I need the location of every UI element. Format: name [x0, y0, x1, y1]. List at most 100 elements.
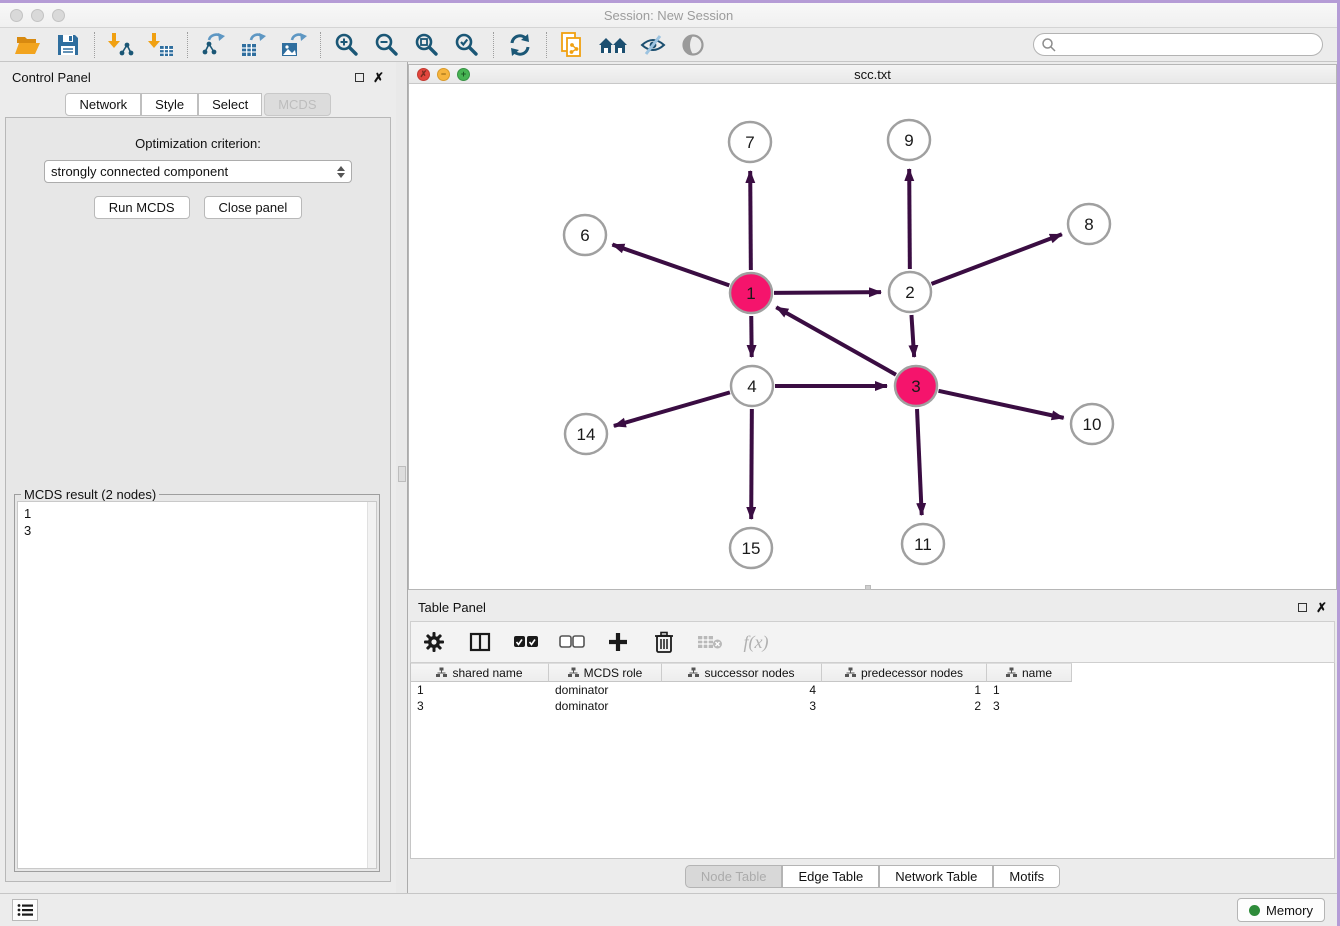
network-from-selection-button[interactable] [553, 30, 593, 60]
graph-node-4[interactable]: 4 [731, 366, 773, 406]
graph-node-8[interactable]: 8 [1068, 204, 1110, 244]
network-maximize-icon[interactable]: + [457, 68, 470, 81]
panel-divider[interactable] [396, 62, 408, 893]
tab-node-table[interactable]: Node Table [685, 865, 783, 888]
table-header-row: shared nameMCDS rolesuccessor nodesprede… [411, 663, 1334, 682]
graph-edge-1-6[interactable] [612, 245, 729, 286]
table-cell[interactable]: 3 [662, 698, 822, 714]
tab-mcds[interactable]: MCDS [264, 93, 330, 116]
network-canvas[interactable]: 7 9 6 8 1 2 4 3 14 10 15 11 [409, 84, 1336, 589]
network-graph: 7 9 6 8 1 2 4 3 14 10 15 11 [409, 84, 1334, 584]
tab-motifs[interactable]: Motifs [993, 865, 1060, 888]
refresh-layout-button[interactable] [500, 30, 540, 60]
table-row[interactable]: 3dominator323 [411, 698, 1334, 714]
tab-network-table[interactable]: Network Table [879, 865, 993, 888]
graph-edge-2-8[interactable] [932, 234, 1062, 284]
table-settings-button[interactable] [421, 629, 447, 655]
table-cell[interactable]: 3 [987, 698, 1072, 714]
dropdown-stepper-icon [337, 166, 345, 178]
graph-node-6[interactable]: 6 [564, 215, 606, 255]
criterion-dropdown[interactable]: strongly connected component [44, 160, 352, 183]
export-network-button[interactable] [194, 30, 234, 60]
open-session-button[interactable] [8, 30, 48, 60]
select-all-rows-button[interactable] [513, 629, 539, 655]
graph-node-7[interactable]: 7 [729, 122, 771, 162]
import-network-button[interactable] [101, 30, 141, 60]
graph-node-11[interactable]: 11 [902, 524, 944, 564]
zoom-selected-button[interactable] [447, 30, 487, 60]
graph-node-10[interactable]: 10 [1071, 404, 1113, 444]
delete-column-button[interactable] [651, 629, 677, 655]
table-cell[interactable]: 4 [662, 682, 822, 698]
graph-node-9[interactable]: 9 [888, 120, 930, 160]
float-panel-icon[interactable] [355, 73, 364, 82]
graph-edge-3-11[interactable] [917, 409, 922, 515]
search-input[interactable] [1033, 33, 1323, 56]
birdseye-button[interactable] [673, 30, 713, 60]
task-history-button[interactable] [12, 899, 38, 921]
table-cell[interactable]: 1 [411, 682, 549, 698]
graph-edge-3-10[interactable] [938, 391, 1063, 418]
deselect-all-rows-button[interactable] [559, 629, 585, 655]
table-cell[interactable]: 3 [411, 698, 549, 714]
tab-select[interactable]: Select [198, 93, 262, 116]
graph-edge-1-7[interactable] [750, 171, 751, 270]
graph-edge-1-2[interactable] [774, 292, 881, 293]
close-panel-icon[interactable]: ✗ [373, 73, 384, 82]
apply-function-button[interactable]: f(x) [743, 629, 769, 655]
column-header-name[interactable]: name [987, 663, 1072, 682]
table-cell[interactable]: 2 [822, 698, 987, 714]
table-row[interactable]: 1dominator411 [411, 682, 1334, 698]
node-table[interactable]: shared nameMCDS rolesuccessor nodesprede… [410, 663, 1335, 859]
column-header-predecessor-nodes[interactable]: predecessor nodes [822, 663, 987, 682]
zoom-in-button[interactable] [327, 30, 367, 60]
graph-edge-2-3[interactable] [911, 315, 914, 357]
network-minimize-icon[interactable]: − [437, 68, 450, 81]
memory-button[interactable]: Memory [1237, 898, 1325, 922]
tab-edge-table[interactable]: Edge Table [782, 865, 879, 888]
close-panel-button[interactable]: Close panel [204, 196, 303, 219]
graph-node-3[interactable]: 3 [895, 366, 937, 406]
export-network-icon [201, 32, 227, 58]
hide-details-button[interactable] [633, 30, 673, 60]
result-scrollbar[interactable] [367, 502, 376, 868]
run-mcds-button[interactable]: Run MCDS [94, 196, 190, 219]
close-table-panel-icon[interactable]: ✗ [1316, 603, 1327, 612]
zoom-out-button[interactable] [367, 30, 407, 60]
graph-edge-4-15[interactable] [751, 409, 752, 519]
network-window-titlebar[interactable]: ✗ − + scc.txt [409, 65, 1336, 84]
tab-network[interactable]: Network [65, 93, 141, 116]
float-table-panel-icon[interactable] [1298, 603, 1307, 612]
network-close-icon[interactable]: ✗ [417, 68, 430, 81]
export-table-button[interactable] [234, 30, 274, 60]
window-resize-handle[interactable] [865, 585, 871, 590]
mcds-result-text[interactable]: 1 3 [17, 501, 377, 869]
tab-style[interactable]: Style [141, 93, 198, 116]
table-cell[interactable]: 1 [987, 682, 1072, 698]
import-table-button[interactable] [141, 30, 181, 60]
table-cell[interactable]: dominator [549, 682, 662, 698]
graph-edge-3-1[interactable] [776, 307, 896, 374]
graph-node-15[interactable]: 15 [730, 528, 772, 568]
save-session-button[interactable] [48, 30, 88, 60]
plus-icon [608, 632, 628, 652]
graph-node-14[interactable]: 14 [565, 414, 607, 454]
delete-table-button[interactable] [697, 629, 723, 655]
divider-grip[interactable] [398, 466, 406, 482]
zoom-in-icon [334, 32, 360, 58]
overview-button[interactable] [593, 30, 633, 60]
graph-edge-2-9[interactable] [909, 169, 910, 269]
column-header-successor-nodes[interactable]: successor nodes [662, 663, 822, 682]
column-header-MCDS-role[interactable]: MCDS role [549, 663, 662, 682]
graph-node-2[interactable]: 2 [889, 272, 931, 312]
column-header-shared-name[interactable]: shared name [411, 663, 549, 682]
export-image-button[interactable] [274, 30, 314, 60]
show-columns-button[interactable] [467, 629, 493, 655]
column-tree-icon [1006, 667, 1017, 678]
graph-node-1[interactable]: 1 [730, 273, 772, 313]
zoom-fit-button[interactable] [407, 30, 447, 60]
table-cell[interactable]: dominator [549, 698, 662, 714]
table-cell[interactable]: 1 [822, 682, 987, 698]
graph-edge-4-14[interactable] [614, 392, 730, 426]
create-column-button[interactable] [605, 629, 631, 655]
